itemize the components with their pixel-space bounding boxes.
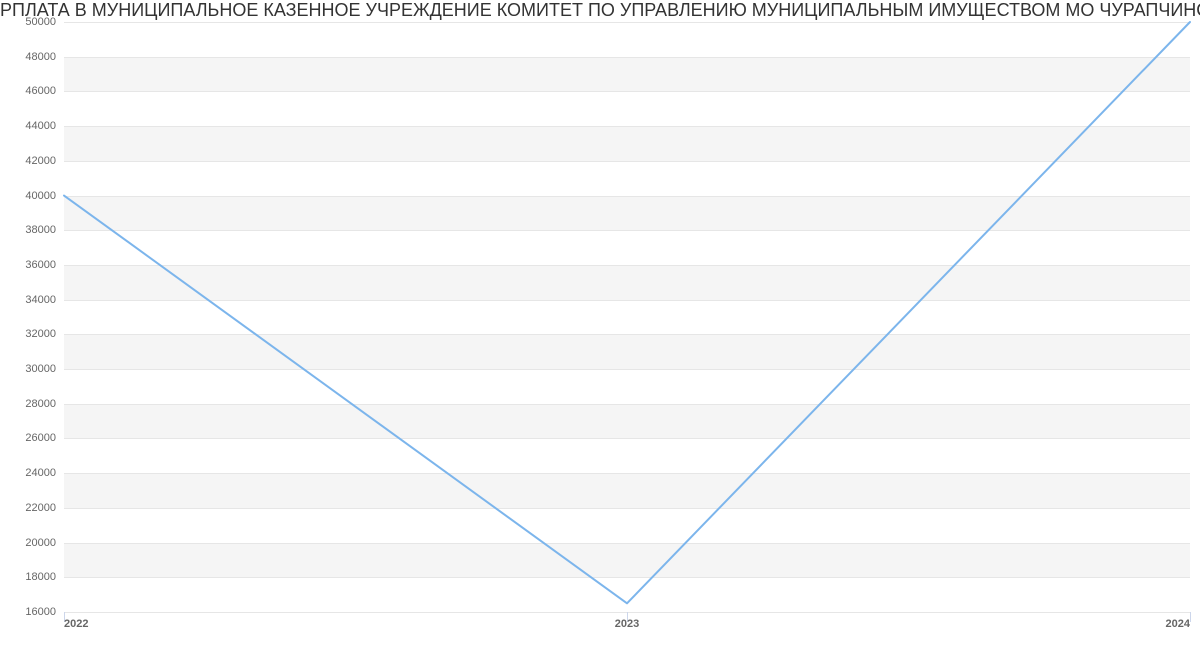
y-tick-label: 16000 [25,606,64,618]
y-tick-label: 40000 [25,190,64,202]
y-tick-label: 34000 [25,294,64,306]
y-tick-label: 18000 [25,571,64,583]
y-tick-label: 50000 [25,16,64,28]
y-tick-label: 36000 [25,259,64,271]
y-tick-label: 42000 [25,155,64,167]
x-tick-label: 2023 [615,612,639,630]
x-tick-label: 2024 [1166,612,1190,630]
y-tick-label: 44000 [25,120,64,132]
y-tick-label: 24000 [25,467,64,479]
y-tick-label: 20000 [25,537,64,549]
y-tick-label: 28000 [25,398,64,410]
y-tick-label: 22000 [25,502,64,514]
chart-container: РПЛАТА В МУНИЦИПАЛЬНОЕ КАЗЕННОЕ УЧРЕЖДЕН… [0,0,1200,650]
plot-area: 1600018000200002200024000260002800030000… [64,22,1190,612]
y-tick-label: 38000 [25,224,64,236]
y-tick-label: 46000 [25,85,64,97]
y-tick-label: 30000 [25,363,64,375]
x-tick-mark [1190,612,1191,622]
data-line [64,22,1190,612]
y-tick-label: 26000 [25,432,64,444]
x-tick-label: 2022 [64,612,88,630]
chart-title: РПЛАТА В МУНИЦИПАЛЬНОЕ КАЗЕННОЕ УЧРЕЖДЕН… [0,0,1200,21]
y-tick-label: 32000 [25,328,64,340]
y-tick-label: 48000 [25,51,64,63]
